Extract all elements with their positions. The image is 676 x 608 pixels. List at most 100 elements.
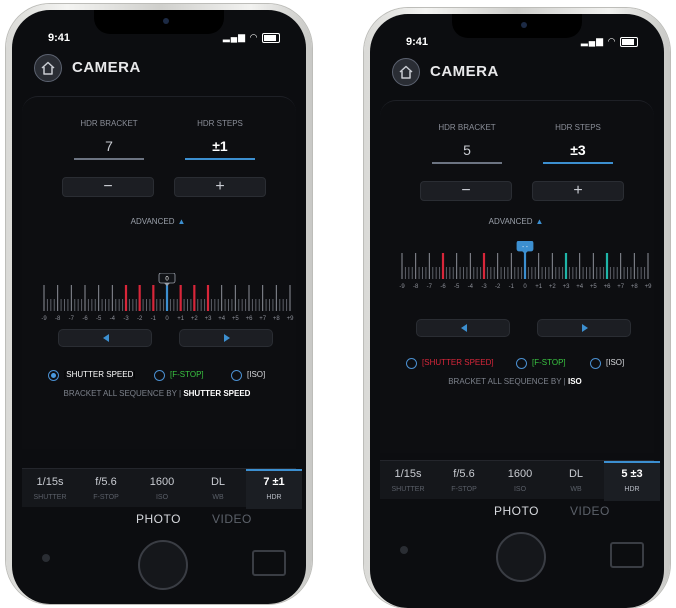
scale-tick-label: +4 <box>218 316 226 322</box>
scale-right-button[interactable] <box>179 329 273 347</box>
bracket-sequence-text: BRACKET ALL SEQUENCE BY | ISO <box>380 377 650 386</box>
notch <box>452 14 582 38</box>
tab-label: ISO <box>513 486 527 493</box>
scale-tick-label: -8 <box>413 284 419 290</box>
tab-f-stop[interactable]: f/5.6 F-STOP <box>78 469 134 507</box>
tab-label: SHUTTER <box>391 486 425 493</box>
advanced-toggle[interactable]: ADVANCED ▲ <box>456 217 576 226</box>
status-time: 9:41 <box>48 32 71 44</box>
scale-tick-label: +7 <box>617 284 625 290</box>
home-button[interactable] <box>392 58 420 86</box>
tab-label: F-STOP <box>451 486 477 493</box>
hdr-panel: HDR BRACKET 5 HDR STEPS ±3 − + ADVANCED ▲… <box>380 100 654 453</box>
settings-tabbar: 1/15s SHUTTER f/5.6 F-STOP 1600 ISO DL WB 5 … <box>380 460 660 501</box>
tab-label: HDR <box>624 486 640 493</box>
tab-label: WB <box>212 494 224 501</box>
scale-tick-label: -6 <box>82 316 88 322</box>
home-button[interactable] <box>34 54 62 82</box>
battery-icon <box>620 36 638 47</box>
option-label: SHUTTER SPEED <box>66 370 134 379</box>
wifi-icon: ◠ <box>249 32 259 42</box>
scale-tick-label: +1 <box>177 316 185 322</box>
shutter-button[interactable] <box>496 532 546 582</box>
tab-hdr[interactable]: 5 ±3 HDR <box>604 461 660 501</box>
hdr-bracket-label: HDR BRACKET <box>80 119 138 128</box>
option-label: F-STOP <box>534 358 564 367</box>
scale-marker-pointer <box>164 283 170 286</box>
exposure-scale[interactable]: -9 -8 -7 -6 -5 -4 -3 -2 -1 0 +1 +2 +3 +4 +5 +6 +7 +8 +9 - - <box>396 241 654 291</box>
tab-label: ISO <box>155 494 169 501</box>
hdr-steps-underline <box>185 158 255 160</box>
tab-iso[interactable]: 1600 ISO <box>492 461 548 499</box>
tab-label: WB <box>570 486 582 493</box>
hdr-bracket-value[interactable]: 7 <box>74 138 144 154</box>
tab-wb[interactable]: DL WB <box>190 469 246 507</box>
mode-video[interactable]: VIDEO <box>570 504 610 518</box>
scale-tick-label: -7 <box>427 284 433 290</box>
scale-tick-label: +6 <box>246 316 254 322</box>
bracket-sequence-prefix: BRACKET ALL SEQUENCE BY | <box>448 377 566 386</box>
scale-tick-label: +6 <box>604 284 612 290</box>
minus-button[interactable]: − <box>420 181 512 201</box>
bracket-mode-options: [SHUTTER SPEED] [F-STOP] [ISO] <box>48 369 288 383</box>
arrow-right-icon <box>582 324 588 332</box>
scale-tick-label: -1 <box>151 316 157 322</box>
radio-icon <box>154 370 165 381</box>
status-time: 9:41 <box>406 36 429 48</box>
scale-right-button[interactable] <box>537 319 631 337</box>
tab-shutter[interactable]: 1/15s SHUTTER <box>22 469 78 507</box>
scale-tick-label: +2 <box>549 284 557 290</box>
scale-tick-label: +5 <box>232 316 240 322</box>
hdr-bracket-label: HDR BRACKET <box>438 123 496 132</box>
scale-left-button[interactable] <box>58 329 152 347</box>
flash-icon[interactable] <box>42 554 50 562</box>
option-label: SHUTTER SPEED <box>424 358 492 367</box>
mode-video[interactable]: VIDEO <box>212 512 252 526</box>
mode-photo[interactable]: PHOTO <box>136 512 181 526</box>
scale-tick-label: +5 <box>590 284 598 290</box>
tab-label: HDR <box>266 494 282 501</box>
scale-tick-label: -4 <box>468 284 474 290</box>
tab-shutter[interactable]: 1/15s SHUTTER <box>380 461 436 499</box>
tab-f-stop[interactable]: f/5.6 F-STOP <box>436 461 492 499</box>
scale-tick-label: -5 <box>454 284 460 290</box>
minus-button[interactable]: − <box>62 177 154 197</box>
page-title: CAMERA <box>430 63 499 80</box>
advanced-toggle[interactable]: ADVANCED ▲ <box>98 217 218 226</box>
home-icon <box>41 61 55 75</box>
hdr-steps-value[interactable]: ±1 <box>185 138 255 154</box>
gallery-button[interactable] <box>610 542 644 568</box>
gallery-button[interactable] <box>252 550 286 576</box>
advanced-label: ADVANCED <box>130 217 175 226</box>
bracket-sequence-value: SHUTTER SPEED <box>183 389 251 398</box>
scale-left-button[interactable] <box>416 319 510 337</box>
front-camera-icon <box>163 18 169 24</box>
scale-tick-label: +2 <box>191 316 199 322</box>
plus-button[interactable]: + <box>174 177 266 197</box>
scale-marker[interactable]: - - <box>516 241 534 254</box>
shutter-button[interactable] <box>138 540 188 590</box>
exposure-scale[interactable]: -9 -8 -7 -6 -5 -4 -3 -2 -1 0 +1 +2 +3 +4 +5 +6 +7 +8 +9 0 <box>38 273 296 323</box>
settings-tabbar: 1/15s SHUTTER f/5.6 F-STOP 1600 ISO DL WB 7 … <box>22 468 302 509</box>
tab-hdr[interactable]: 7 ±1 HDR <box>246 469 302 509</box>
arrow-left-icon <box>461 324 467 332</box>
radio-selected-icon <box>48 370 59 381</box>
flash-icon[interactable] <box>400 546 408 554</box>
radio-icon <box>406 358 417 369</box>
hdr-steps-value[interactable]: ±3 <box>543 142 613 158</box>
scale-tick-label: -5 <box>96 316 102 322</box>
mode-photo[interactable]: PHOTO <box>494 504 539 518</box>
scale-tick-label: -3 <box>481 284 487 290</box>
scale-tick-label: -6 <box>440 284 446 290</box>
tab-wb[interactable]: DL WB <box>548 461 604 499</box>
plus-button[interactable]: + <box>532 181 624 201</box>
hdr-bracket-value[interactable]: 5 <box>432 142 502 158</box>
scale-marker[interactable]: 0 <box>158 273 176 286</box>
option-label: ISO <box>249 370 264 379</box>
signal-icon: ▂▄▆ <box>580 36 605 46</box>
tab-label: SHUTTER <box>33 494 67 501</box>
triangle-up-icon: ▲ <box>535 217 544 226</box>
triangle-up-icon: ▲ <box>177 217 186 226</box>
scale-tick-label: 0 <box>165 316 169 322</box>
tab-iso[interactable]: 1600 ISO <box>134 469 190 507</box>
